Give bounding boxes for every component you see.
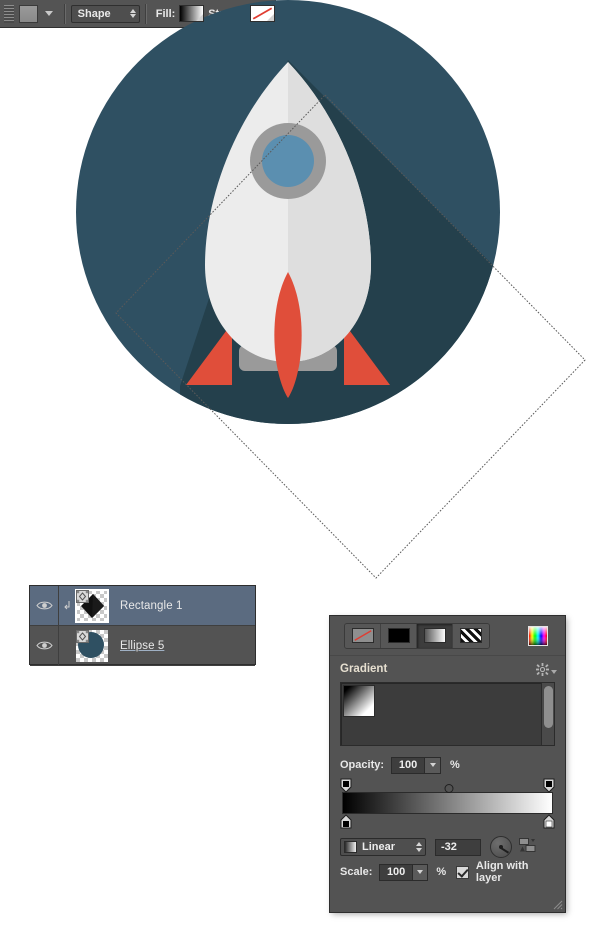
vector-mask-badge-icon <box>76 589 89 603</box>
align-with-layer-label: Align with layer <box>475 860 529 884</box>
fill-type-row[interactable] <box>330 616 565 656</box>
gear-icon <box>536 662 549 676</box>
gradient-editor[interactable] <box>340 778 555 830</box>
no-color-icon <box>353 630 372 641</box>
fill-type-pattern-button[interactable] <box>453 623 489 648</box>
gradient-style-swatch <box>344 841 357 853</box>
gradient-preset-list[interactable] <box>340 682 555 746</box>
gradient-midpoint-marker[interactable] <box>444 784 453 793</box>
spinner-icon[interactable] <box>416 842 422 852</box>
fill-type-no-color-button[interactable] <box>345 623 381 648</box>
chevron-down-icon <box>196 14 204 21</box>
gradient-options-icon[interactable] <box>519 838 536 856</box>
panel-title: Gradient <box>340 663 388 675</box>
scale-label: Scale: <box>340 866 373 878</box>
resize-grip-icon[interactable] <box>550 897 563 910</box>
gradient-preset-swatch[interactable] <box>343 685 375 717</box>
gradient-scale-row[interactable]: Scale: 100 % Align with layer <box>330 860 565 884</box>
layer-name-label[interactable]: Rectangle 1 <box>120 600 182 612</box>
gradient-ramp[interactable] <box>342 792 553 814</box>
fill-type-solid-color-button[interactable] <box>381 623 417 648</box>
stroke-swatch-button[interactable] <box>250 5 275 22</box>
layer-thumbnail-ellipse[interactable] <box>76 629 108 662</box>
eye-icon <box>35 601 53 610</box>
solid-color-icon <box>387 628 410 643</box>
layer-thumbnail-rectangle[interactable] <box>75 588 109 623</box>
gradient-color-stop[interactable] <box>340 814 352 829</box>
eye-icon <box>35 641 53 650</box>
preset-items[interactable] <box>341 683 541 745</box>
gradient-angle-input[interactable]: -32 <box>435 838 481 856</box>
scrollbar-thumb[interactable] <box>543 686 553 728</box>
opacity-unit: % <box>450 759 460 771</box>
pattern-icon <box>460 628 482 643</box>
vertical-scrollbar[interactable] <box>541 683 554 745</box>
clipping-mask-icon <box>59 600 75 611</box>
gradient-opacity-stop[interactable] <box>543 778 555 793</box>
gradient-fill-panel[interactable]: Gradient Opacity: 100 % Linear -32 Scale… <box>330 616 565 912</box>
gradient-opacity-stop[interactable] <box>340 778 352 793</box>
scale-dropdown-button[interactable] <box>412 863 429 881</box>
align-with-layer-checkbox[interactable] <box>456 865 469 879</box>
scale-unit: % <box>436 866 447 878</box>
gradient-style-value: Linear <box>362 841 396 853</box>
scale-input[interactable]: 100 <box>379 863 413 881</box>
chevron-down-icon <box>551 669 557 674</box>
layer-visibility-toggle[interactable] <box>30 586 59 625</box>
layers-panel[interactable]: Rectangle 1 Ellipse 5 <box>30 586 255 666</box>
gradient-icon <box>423 628 446 643</box>
color-picker-icon[interactable] <box>528 625 548 646</box>
layer-row-rectangle-1[interactable]: Rectangle 1 <box>30 586 255 626</box>
rocket-artwork <box>76 0 500 424</box>
angle-dial[interactable] <box>490 836 512 858</box>
layer-name-label[interactable]: Ellipse 5 <box>120 640 164 652</box>
fill-type-gradient-button[interactable] <box>417 623 453 648</box>
panel-menu-button[interactable] <box>536 662 557 676</box>
opacity-input[interactable]: 100 <box>391 756 426 774</box>
canvas-area[interactable] <box>0 0 600 600</box>
layer-visibility-toggle[interactable] <box>30 626 59 665</box>
rocket-window-glass <box>262 135 314 187</box>
gradient-panel-header: Gradient <box>330 656 565 682</box>
opacity-row[interactable]: Opacity: 100 % <box>330 752 565 778</box>
opacity-dropdown-button[interactable] <box>425 756 442 774</box>
fill-swatch-button[interactable] <box>179 5 205 22</box>
fill-type-group[interactable] <box>344 622 490 649</box>
vector-mask-badge-icon <box>76 629 89 643</box>
gradient-style-select[interactable]: Linear <box>340 838 426 856</box>
opacity-label: Opacity: <box>340 759 385 771</box>
layer-row-ellipse-5[interactable]: Ellipse 5 <box>30 626 255 666</box>
gradient-color-stop[interactable] <box>543 814 555 829</box>
gradient-style-row[interactable]: Linear -32 <box>330 834 565 860</box>
